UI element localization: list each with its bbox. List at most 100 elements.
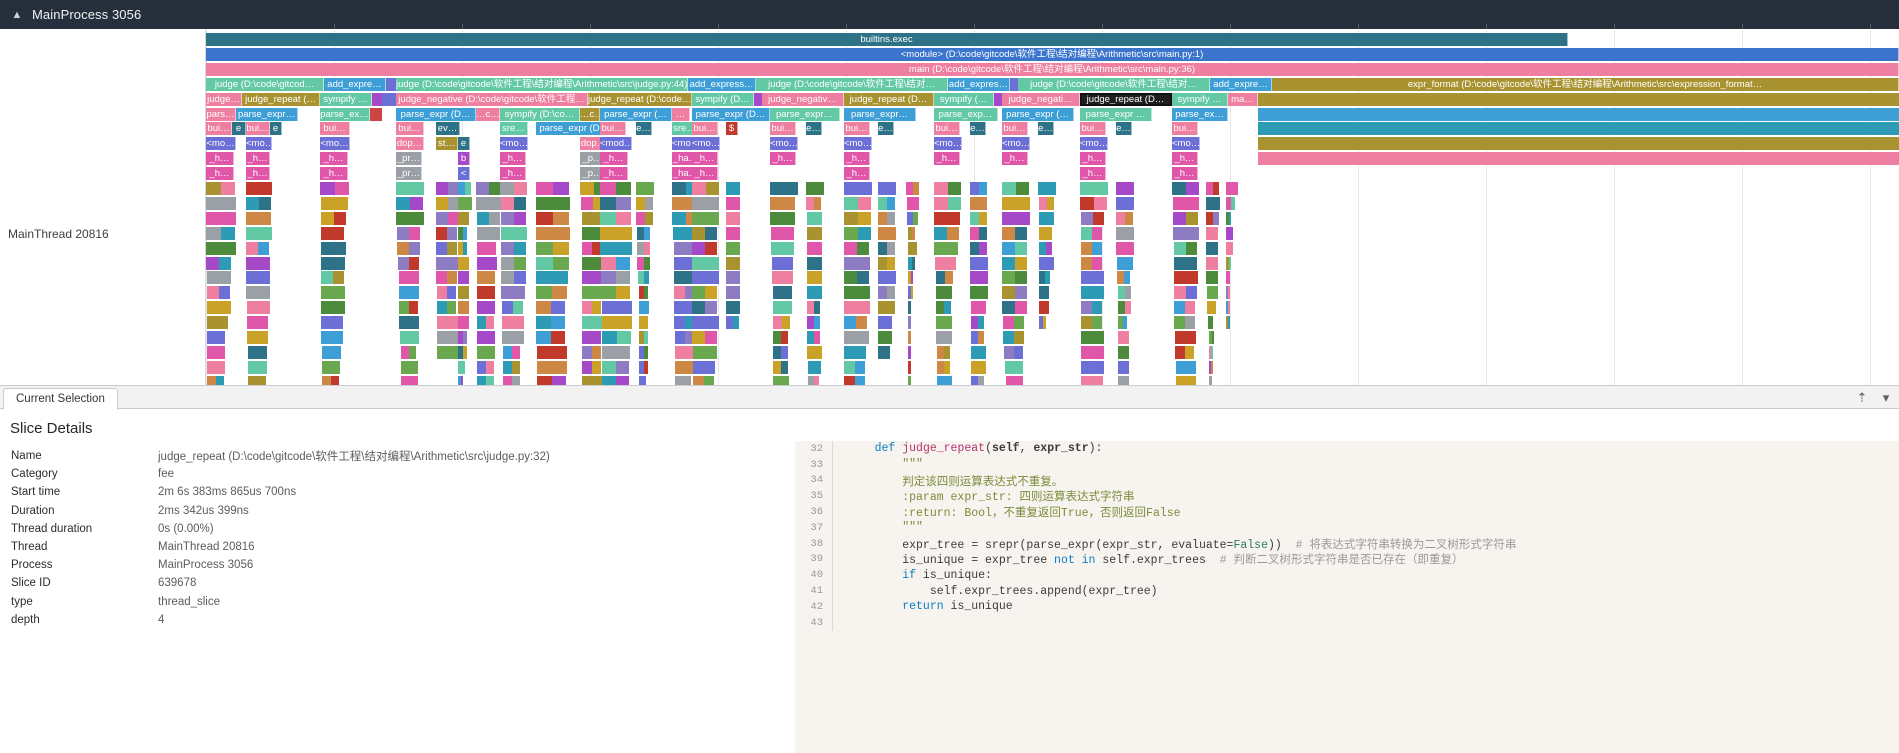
flame-slice-selected[interactable]: judge_repeat (D… bbox=[1080, 92, 1172, 106]
flame-slice[interactable] bbox=[814, 331, 820, 344]
flame-slice[interactable] bbox=[582, 301, 592, 315]
flame-slice[interactable] bbox=[878, 271, 896, 285]
flame-slice[interactable] bbox=[887, 256, 895, 270]
flame-slice[interactable] bbox=[514, 256, 526, 270]
flame-slice[interactable] bbox=[645, 211, 653, 225]
flame-slice[interactable] bbox=[1081, 226, 1092, 240]
flame-slice[interactable] bbox=[512, 345, 520, 359]
flame-slice[interactable] bbox=[773, 286, 792, 300]
flame-slice[interactable]: _pr… bbox=[396, 152, 422, 166]
flame-slice[interactable] bbox=[461, 375, 463, 385]
flame-slice[interactable] bbox=[489, 211, 500, 225]
flame-slice[interactable] bbox=[247, 316, 268, 330]
flame-slice[interactable] bbox=[636, 211, 645, 225]
flame-slice[interactable] bbox=[258, 241, 269, 255]
flame-slice[interactable] bbox=[246, 271, 270, 285]
flame-slice[interactable] bbox=[1174, 271, 1198, 285]
flame-slice[interactable] bbox=[514, 271, 526, 285]
flame-slice[interactable] bbox=[477, 301, 495, 315]
flame-slice[interactable] bbox=[601, 256, 616, 270]
flame-slice[interactable] bbox=[458, 286, 469, 300]
flame-slice[interactable]: $ bbox=[726, 122, 738, 136]
flame-slice[interactable] bbox=[1014, 345, 1023, 359]
code-line-text[interactable]: """ bbox=[833, 458, 923, 471]
flame-slice[interactable] bbox=[246, 211, 259, 225]
flame-slice[interactable] bbox=[644, 331, 648, 344]
flame-slice[interactable] bbox=[934, 241, 958, 255]
flame-slice[interactable] bbox=[1002, 301, 1015, 315]
flame-slice[interactable] bbox=[1258, 92, 1899, 106]
flame-slice[interactable]: add_expres… bbox=[948, 77, 1010, 91]
flame-slice[interactable]: sympify (D:\co… bbox=[500, 107, 580, 121]
flame-slice[interactable] bbox=[458, 316, 469, 330]
flame-slice[interactable] bbox=[436, 196, 448, 210]
flame-slice[interactable]: _h… bbox=[692, 167, 718, 181]
flame-slice[interactable] bbox=[487, 241, 496, 255]
flame-slice[interactable] bbox=[552, 286, 567, 300]
flame-slice[interactable] bbox=[514, 182, 527, 195]
flame-slice[interactable] bbox=[878, 226, 896, 240]
flame-slice[interactable] bbox=[592, 360, 601, 374]
flame-slice[interactable]: parse_expr (… bbox=[600, 107, 672, 121]
flame-slice[interactable]: < bbox=[458, 167, 470, 181]
flame-slice[interactable] bbox=[617, 331, 631, 344]
flame-slice[interactable] bbox=[436, 211, 448, 225]
flame-slice[interactable] bbox=[409, 256, 419, 270]
flame-slice[interactable] bbox=[320, 182, 335, 195]
flame-slice[interactable] bbox=[1186, 241, 1197, 255]
flame-slice[interactable] bbox=[1014, 331, 1024, 344]
flame-slice[interactable] bbox=[333, 271, 344, 285]
flame-slice[interactable] bbox=[458, 271, 469, 285]
flame-slice[interactable]: <mo… bbox=[1002, 137, 1030, 151]
flame-slice[interactable] bbox=[248, 345, 267, 359]
flame-slice[interactable] bbox=[773, 316, 782, 330]
flame-slice[interactable] bbox=[1043, 316, 1046, 330]
flame-slice[interactable]: parse_ex… bbox=[1172, 107, 1228, 121]
flame-slice[interactable] bbox=[536, 256, 553, 270]
flame-slice[interactable] bbox=[259, 196, 271, 210]
flame-slice[interactable] bbox=[259, 211, 271, 225]
flame-slice[interactable] bbox=[616, 211, 631, 225]
flame-slice[interactable] bbox=[1207, 301, 1216, 315]
flame-slice[interactable] bbox=[447, 271, 457, 285]
flame-slice[interactable] bbox=[672, 182, 686, 195]
flame-slice[interactable] bbox=[807, 241, 822, 255]
flame-slice[interactable] bbox=[806, 182, 824, 195]
flame-slice[interactable]: bui… bbox=[770, 122, 796, 136]
flame-slice[interactable] bbox=[947, 226, 959, 240]
flame-slice[interactable] bbox=[477, 345, 495, 359]
flame-slice[interactable] bbox=[602, 316, 632, 330]
flame-slice[interactable]: e bbox=[458, 137, 470, 151]
flame-slice[interactable] bbox=[979, 182, 987, 195]
flame-slice[interactable] bbox=[397, 241, 409, 255]
flame-slice[interactable] bbox=[858, 211, 871, 225]
flame-slice[interactable]: bui… bbox=[1002, 122, 1028, 136]
flame-slice[interactable] bbox=[1206, 271, 1218, 285]
flame-slice[interactable] bbox=[1039, 301, 1049, 315]
flame-slice[interactable] bbox=[501, 196, 514, 210]
flame-slice[interactable] bbox=[908, 360, 911, 374]
flame-slice[interactable] bbox=[693, 345, 717, 359]
flame-slice[interactable] bbox=[908, 331, 911, 344]
flame-slice[interactable] bbox=[602, 345, 630, 359]
flame-slice[interactable]: _h… bbox=[246, 152, 270, 166]
flame-slice[interactable] bbox=[592, 345, 601, 359]
flame-slice[interactable] bbox=[1123, 316, 1127, 330]
flame-slice[interactable] bbox=[436, 182, 448, 195]
flame-slice[interactable] bbox=[447, 241, 457, 255]
flame-slice[interactable] bbox=[807, 271, 822, 285]
flame-slice[interactable] bbox=[1010, 77, 1018, 91]
flame-slice[interactable] bbox=[246, 196, 259, 210]
flame-slice[interactable] bbox=[944, 301, 951, 315]
flame-slice[interactable]: parse_expr… bbox=[236, 107, 298, 121]
flame-slice[interactable] bbox=[844, 271, 857, 285]
flame-slice[interactable] bbox=[537, 360, 567, 374]
flame-slice[interactable]: judge_repeat (D:\code… bbox=[588, 92, 692, 106]
flame-slice[interactable] bbox=[936, 301, 944, 315]
flame-slice[interactable]: _h… bbox=[1002, 152, 1028, 166]
flame-slice[interactable] bbox=[1116, 241, 1134, 255]
flame-slice[interactable] bbox=[399, 301, 409, 315]
flame-slice[interactable] bbox=[1092, 226, 1102, 240]
flame-slice[interactable] bbox=[1118, 286, 1125, 300]
flame-slice[interactable] bbox=[1092, 316, 1102, 330]
